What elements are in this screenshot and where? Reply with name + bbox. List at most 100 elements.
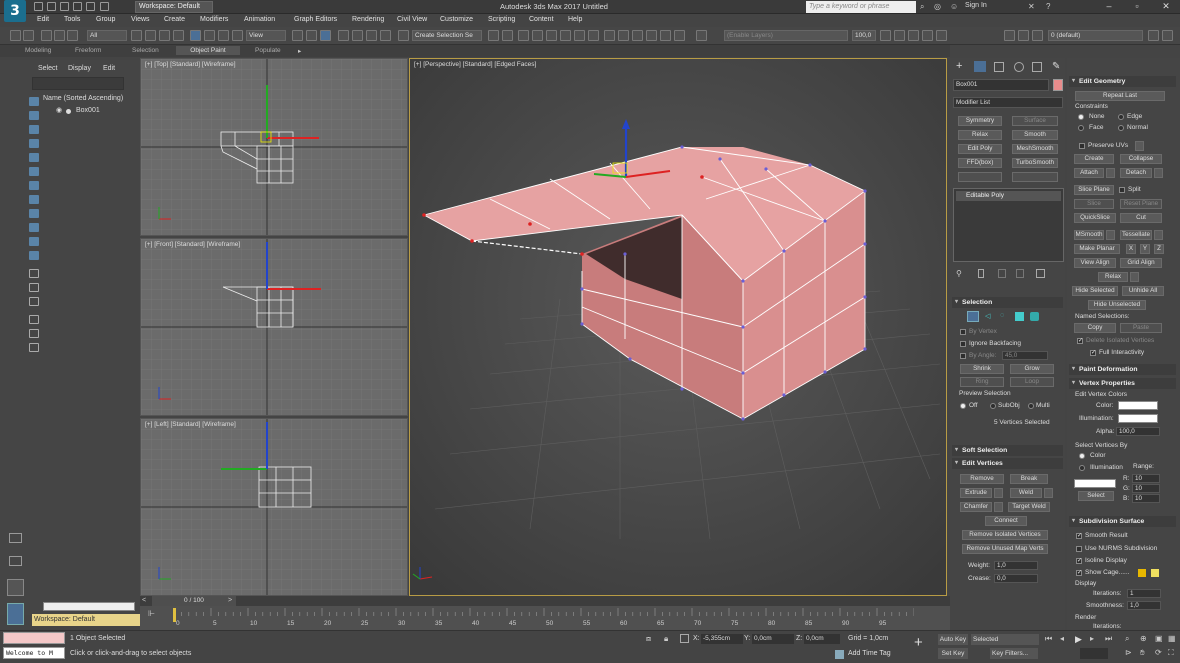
polygon-mode-icon[interactable] (1015, 312, 1024, 321)
unhide-all-button[interactable]: Unhide All (1122, 286, 1164, 296)
set-key-plus-icon[interactable]: + (914, 634, 923, 651)
z-coordinate-field[interactable]: 0,0cm (804, 634, 840, 644)
workspace-dropdown[interactable]: Workspace: Default (135, 1, 213, 13)
planar-x-button[interactable]: X (1126, 244, 1136, 254)
empty-modifier-slot[interactable] (1012, 172, 1058, 182)
edit-poly-button[interactable]: Edit Poly (958, 144, 1002, 154)
maximize-icon[interactable]: ▫ (1128, 1, 1146, 12)
layer-freeze-icon[interactable] (1018, 30, 1029, 41)
new-file-icon[interactable] (34, 2, 43, 11)
layers-dropdown[interactable]: (Enable Layers) (724, 30, 848, 41)
material-editor-icon[interactable] (588, 30, 599, 41)
render-online-icon[interactable] (674, 30, 685, 41)
reference-coordinate-dropdown[interactable]: View (246, 30, 286, 41)
menu-views[interactable]: Views (131, 16, 150, 23)
menu-customize[interactable]: Customize (440, 16, 473, 23)
select-rotate-icon[interactable] (204, 30, 215, 41)
edge-mode-icon[interactable]: ◁ (985, 312, 990, 320)
ribbon-toggle-icon[interactable]: ▸ (298, 47, 301, 55)
placement-icon[interactable] (232, 30, 243, 41)
viewport-icon-5[interactable] (936, 30, 947, 41)
element-mode-icon[interactable] (1030, 312, 1039, 321)
hierarchy-tab-icon[interactable] (994, 62, 1004, 72)
delete-isolated-checkbox[interactable]: ✓ (1077, 338, 1083, 344)
viewport-perspective[interactable]: [+] [Perspective] [Standard] [Edged Face… (409, 58, 947, 596)
schematic-view-icon[interactable] (574, 30, 585, 41)
chamfer-button[interactable]: Chamfer (960, 502, 992, 512)
create-tab-icon[interactable]: + (956, 61, 968, 72)
tessellate-settings-icon[interactable] (1154, 230, 1163, 240)
search-input[interactable]: Type a keyword or phrase (806, 1, 916, 13)
hide-selected-button[interactable]: Hide Selected (1072, 286, 1118, 296)
preserve-uvs-settings-icon[interactable] (1135, 141, 1144, 151)
alpha-spinner[interactable]: 100,0 (1116, 427, 1160, 436)
go-to-end-icon[interactable]: ⏭ (1105, 634, 1112, 644)
menu-graph-editors[interactable]: Graph Editors (294, 16, 337, 23)
split-checkbox[interactable] (1119, 187, 1125, 193)
redo-icon[interactable] (23, 30, 34, 41)
display-frozen-icon[interactable] (29, 251, 39, 260)
set-key-button[interactable]: Set Key (938, 648, 968, 659)
make-planar-button[interactable]: Make Planar (1074, 244, 1120, 254)
preview-off-radio[interactable] (960, 403, 966, 409)
show-end-result-icon[interactable] (978, 269, 984, 278)
current-frame-field[interactable] (1080, 648, 1108, 659)
break-button[interactable]: Break (1010, 474, 1048, 484)
modifier-list-dropdown[interactable]: Modifier List (953, 97, 1063, 108)
next-frame-icon[interactable]: ▸ (1090, 634, 1094, 643)
scene-column-header[interactable]: Name (Sorted Ascending) (43, 95, 123, 102)
edit-named-selection-icon[interactable] (398, 30, 409, 41)
border-mode-icon[interactable]: ◌ (1000, 312, 1004, 319)
invert-display-icon[interactable] (29, 297, 39, 306)
select-button[interactable]: Select (1078, 491, 1114, 501)
scene-horizontal-scrollbar[interactable] (43, 602, 135, 611)
attach-button[interactable]: Attach (1074, 168, 1104, 178)
empty-modifier-slot[interactable] (958, 172, 1002, 182)
viewport-top[interactable]: [+] [Top] [Standard] [Wireframe] (140, 58, 408, 236)
play-icon[interactable]: ▶ (1075, 634, 1082, 645)
menu-animation[interactable]: Animation (244, 16, 275, 23)
toggle-scene-explorer-icon[interactable] (518, 30, 529, 41)
rectangular-selection-icon[interactable] (159, 30, 170, 41)
pivot-center-icon[interactable] (292, 30, 303, 41)
constraint-edge-radio[interactable] (1118, 114, 1124, 120)
edit-geometry-rollout-header[interactable]: Edit Geometry (1069, 76, 1176, 87)
detach-button[interactable]: Detach (1120, 168, 1152, 178)
undo-icon[interactable] (10, 30, 21, 41)
remove-modifier-icon[interactable] (1016, 269, 1024, 278)
weight-spinner[interactable]: 1,0 (994, 561, 1038, 570)
symmetry-button[interactable]: Symmetry (958, 116, 1002, 126)
show-cage-checkbox[interactable]: ✓ (1076, 570, 1082, 576)
full-interactivity-checkbox[interactable]: ✓ (1090, 350, 1096, 356)
attach-settings-icon[interactable] (1106, 168, 1115, 178)
ignore-backfacing-checkbox[interactable] (960, 341, 966, 347)
time-tag-icon[interactable] (835, 650, 844, 659)
remove-unused-map-verts-button[interactable]: Remove Unused Map Verts (962, 544, 1048, 554)
link-icon[interactable] (41, 30, 52, 41)
range-b-spinner[interactable]: 10 (1132, 494, 1160, 503)
layer-icon[interactable] (1004, 30, 1015, 41)
relax-button[interactable]: Relax (1098, 272, 1128, 282)
save-file-icon[interactable] (60, 2, 69, 11)
zoom-all-icon[interactable]: ⊕ (1140, 634, 1147, 643)
display-none-icon[interactable] (29, 283, 39, 292)
layer-manager-icon[interactable] (696, 30, 707, 41)
tab-modeling[interactable]: Modeling (25, 47, 51, 54)
redo-icon[interactable] (86, 2, 95, 11)
eye-icon[interactable]: ◉ (56, 107, 63, 114)
surface-button[interactable]: Surface (1012, 116, 1058, 126)
viewport-icon-4[interactable] (922, 30, 933, 41)
hide-unselected-button[interactable]: Hide Unselected (1088, 300, 1146, 310)
viewport-label-front[interactable]: [+] [Front] [Standard] [Wireframe] (145, 241, 240, 248)
display-lights-icon[interactable] (29, 139, 39, 148)
menu-edit[interactable]: Edit (37, 16, 49, 23)
key-filters-button[interactable]: Key Filters... (990, 648, 1038, 659)
app-logo-icon[interactable]: 3 (4, 0, 26, 22)
planar-y-button[interactable]: Y (1140, 244, 1150, 254)
viewport-label-perspective[interactable]: [+] [Perspective] [Standard] [Edged Face… (414, 61, 536, 68)
go-to-start-icon[interactable]: ⏮ (1045, 634, 1052, 644)
select-by-color-radio[interactable] (1079, 453, 1085, 459)
shrink-button[interactable]: Shrink (960, 364, 1004, 374)
viewport-front[interactable]: [+] [Front] [Standard] [Wireframe] (140, 238, 408, 416)
tab-display[interactable]: Display (68, 65, 91, 72)
